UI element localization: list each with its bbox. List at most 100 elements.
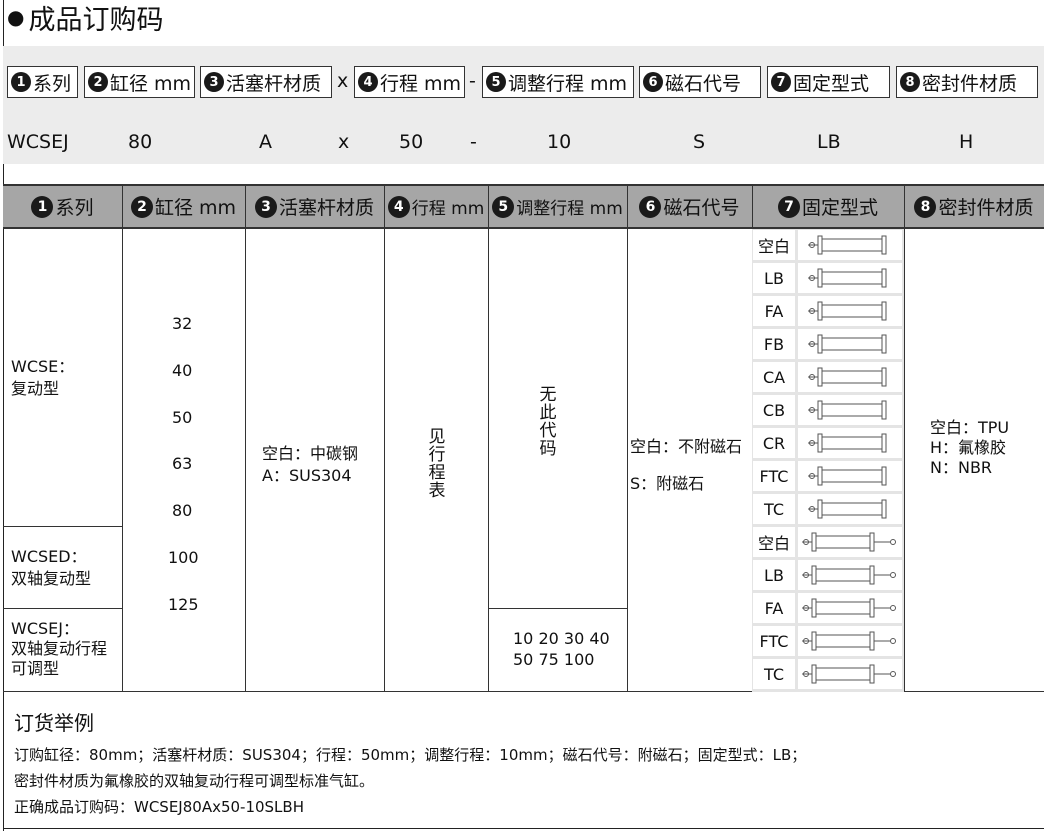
- mounting-code: LB: [753, 263, 795, 293]
- mounting-code: CR: [753, 428, 795, 458]
- example-value-adjust: 10: [547, 131, 572, 153]
- number-3-icon: 3: [204, 72, 224, 92]
- bore-50: 50: [172, 408, 193, 427]
- number-8-icon: 8: [900, 72, 920, 92]
- mounting-row: LB: [752, 261, 904, 294]
- column-divider: [245, 184, 246, 692]
- example-value-series: WCSEJ: [7, 131, 69, 153]
- mounting-row: LB: [752, 558, 904, 591]
- header-series: 1 系列: [3, 186, 122, 227]
- example-line: 订购缸径：80mm；活塞杆材质：SUS304；行程：50mm；调整行程：10mm…: [14, 746, 807, 764]
- magnet-list: 空白：不附磁石 S：附磁石: [630, 437, 743, 493]
- cylinder-diagram-icon: [798, 296, 902, 326]
- row-divider: [3, 608, 122, 609]
- mounting-row: CB: [752, 393, 904, 426]
- example-value-x: x: [338, 131, 350, 153]
- mounting-code: FTC: [753, 626, 795, 656]
- column-divider: [904, 184, 905, 692]
- code-box-stroke: 4 行程 mm: [354, 66, 465, 98]
- example-value-seal: H: [959, 131, 974, 153]
- cylinder-diagram-icon: [798, 362, 902, 392]
- frame-bottom-border: [3, 828, 1044, 829]
- bore-125: 125: [168, 595, 199, 614]
- series-wcsed: WCSED： 双轴复动型: [11, 547, 92, 588]
- mounting-code: TC: [753, 494, 795, 524]
- order-example: 订货举例 订购缸径：80mm；活塞杆材质：SUS304；行程：50mm；调整行程…: [14, 707, 806, 820]
- rod-material-list: 空白：中碳钢 A：SUS304: [262, 444, 359, 485]
- stroke-note: 见行程表: [428, 427, 446, 501]
- code-box-bore: 2 缸径 mm: [84, 66, 195, 98]
- number-7-icon: 7: [771, 72, 791, 92]
- bore-100: 100: [168, 548, 199, 567]
- bore-32: 32: [172, 314, 193, 333]
- mounting-code: 空白: [753, 230, 795, 260]
- mounting-code: TC: [753, 659, 795, 689]
- example-title: 订货举例: [14, 711, 94, 735]
- number-1-icon: 1: [11, 72, 31, 92]
- ordering-code-band: [3, 46, 1044, 164]
- adjust-values: 10 20 30 40 50 75 100: [513, 629, 610, 669]
- mounting-code: FTC: [753, 461, 795, 491]
- cylinder-diagram-icon: [798, 659, 902, 689]
- cylinder-diagram-icon: [798, 560, 902, 590]
- code-box-mounting: 7 固定型式: [767, 66, 890, 98]
- mounting-code: FA: [753, 296, 795, 326]
- number-2-icon: 2: [88, 72, 108, 92]
- example-value-dash: -: [470, 131, 477, 153]
- mounting-row: FB: [752, 327, 904, 360]
- page-title: ● 成品订购码: [7, 4, 164, 36]
- mounting-row: TC: [752, 657, 904, 690]
- cylinder-diagram-icon: [798, 626, 902, 656]
- example-value-bore: 80: [128, 131, 153, 153]
- cylinder-diagram-icon: [798, 461, 902, 491]
- mounting-code: FB: [753, 329, 795, 359]
- header-magnet: 6 磁石代号: [627, 186, 752, 227]
- bullet-icon: ●: [7, 5, 25, 29]
- bore-80: 80: [172, 501, 193, 520]
- mounting-row: FA: [752, 591, 904, 624]
- header-seal: 8 密封件材质: [904, 186, 1044, 227]
- mounting-row: CR: [752, 426, 904, 459]
- mounting-row: TC: [752, 492, 904, 525]
- cylinder-diagram-icon: [798, 263, 902, 293]
- mounting-code: CB: [753, 395, 795, 425]
- column-divider: [488, 184, 489, 692]
- mounting-row: CA: [752, 360, 904, 393]
- example-value-mounting: LB: [817, 131, 841, 153]
- code-box-rod-material: 3 活塞杆材质: [200, 66, 332, 98]
- header-stroke: 4 行程 mm: [384, 186, 488, 227]
- code-box-seal: 8 密封件材质: [896, 66, 1038, 98]
- mounting-code: CA: [753, 362, 795, 392]
- number-6-icon: 6: [643, 72, 663, 92]
- header-mounting: 7 固定型式: [752, 186, 904, 227]
- cylinder-diagram-icon: [798, 395, 902, 425]
- number-4-icon: 4: [358, 72, 378, 92]
- example-value-magnet: S: [693, 131, 706, 153]
- cylinder-diagram-icon: [798, 428, 902, 458]
- cylinder-diagram-icon: [798, 527, 902, 557]
- series-wcse: WCSE： 复动型: [11, 357, 75, 398]
- cylinder-diagram-icon: [798, 230, 902, 260]
- mounting-code: 空白: [753, 527, 795, 557]
- mounting-row: FA: [752, 294, 904, 327]
- separator-dash: -: [469, 70, 476, 92]
- header-rod-material: 3 活塞杆材质: [245, 186, 384, 227]
- series-wcsej: WCSEJ： 双轴复动行程 可调型: [11, 619, 108, 678]
- column-divider: [384, 184, 385, 692]
- example-value-stroke: 50: [399, 131, 424, 153]
- column-divider: [627, 184, 628, 692]
- mounting-row: FTC: [752, 624, 904, 657]
- code-box-adjust-stroke: 5 调整行程 mm: [482, 66, 634, 98]
- row-divider: [488, 608, 627, 609]
- separator-x: x: [337, 70, 349, 92]
- example-line: 密封件材质为氟橡胶的双轴复动行程可调型标准气缸。: [14, 772, 375, 790]
- bore-63: 63: [172, 454, 193, 473]
- mounting-code: FA: [753, 593, 795, 623]
- cylinder-diagram-icon: [798, 329, 902, 359]
- table-header: 1 系列 2 缸径 mm 3 活塞杆材质 4 行程 mm 5 调整行程 mm 6 磁石代号 …: [3, 184, 1044, 229]
- row-divider: [3, 526, 122, 527]
- seal-list: 空白：TPU H：氟橡胶 N：NBR: [930, 418, 1010, 477]
- cylinder-diagram-icon: [798, 593, 902, 623]
- header-adjust-stroke: 5 调整行程 mm: [488, 186, 627, 227]
- number-5-icon: 5: [486, 72, 506, 92]
